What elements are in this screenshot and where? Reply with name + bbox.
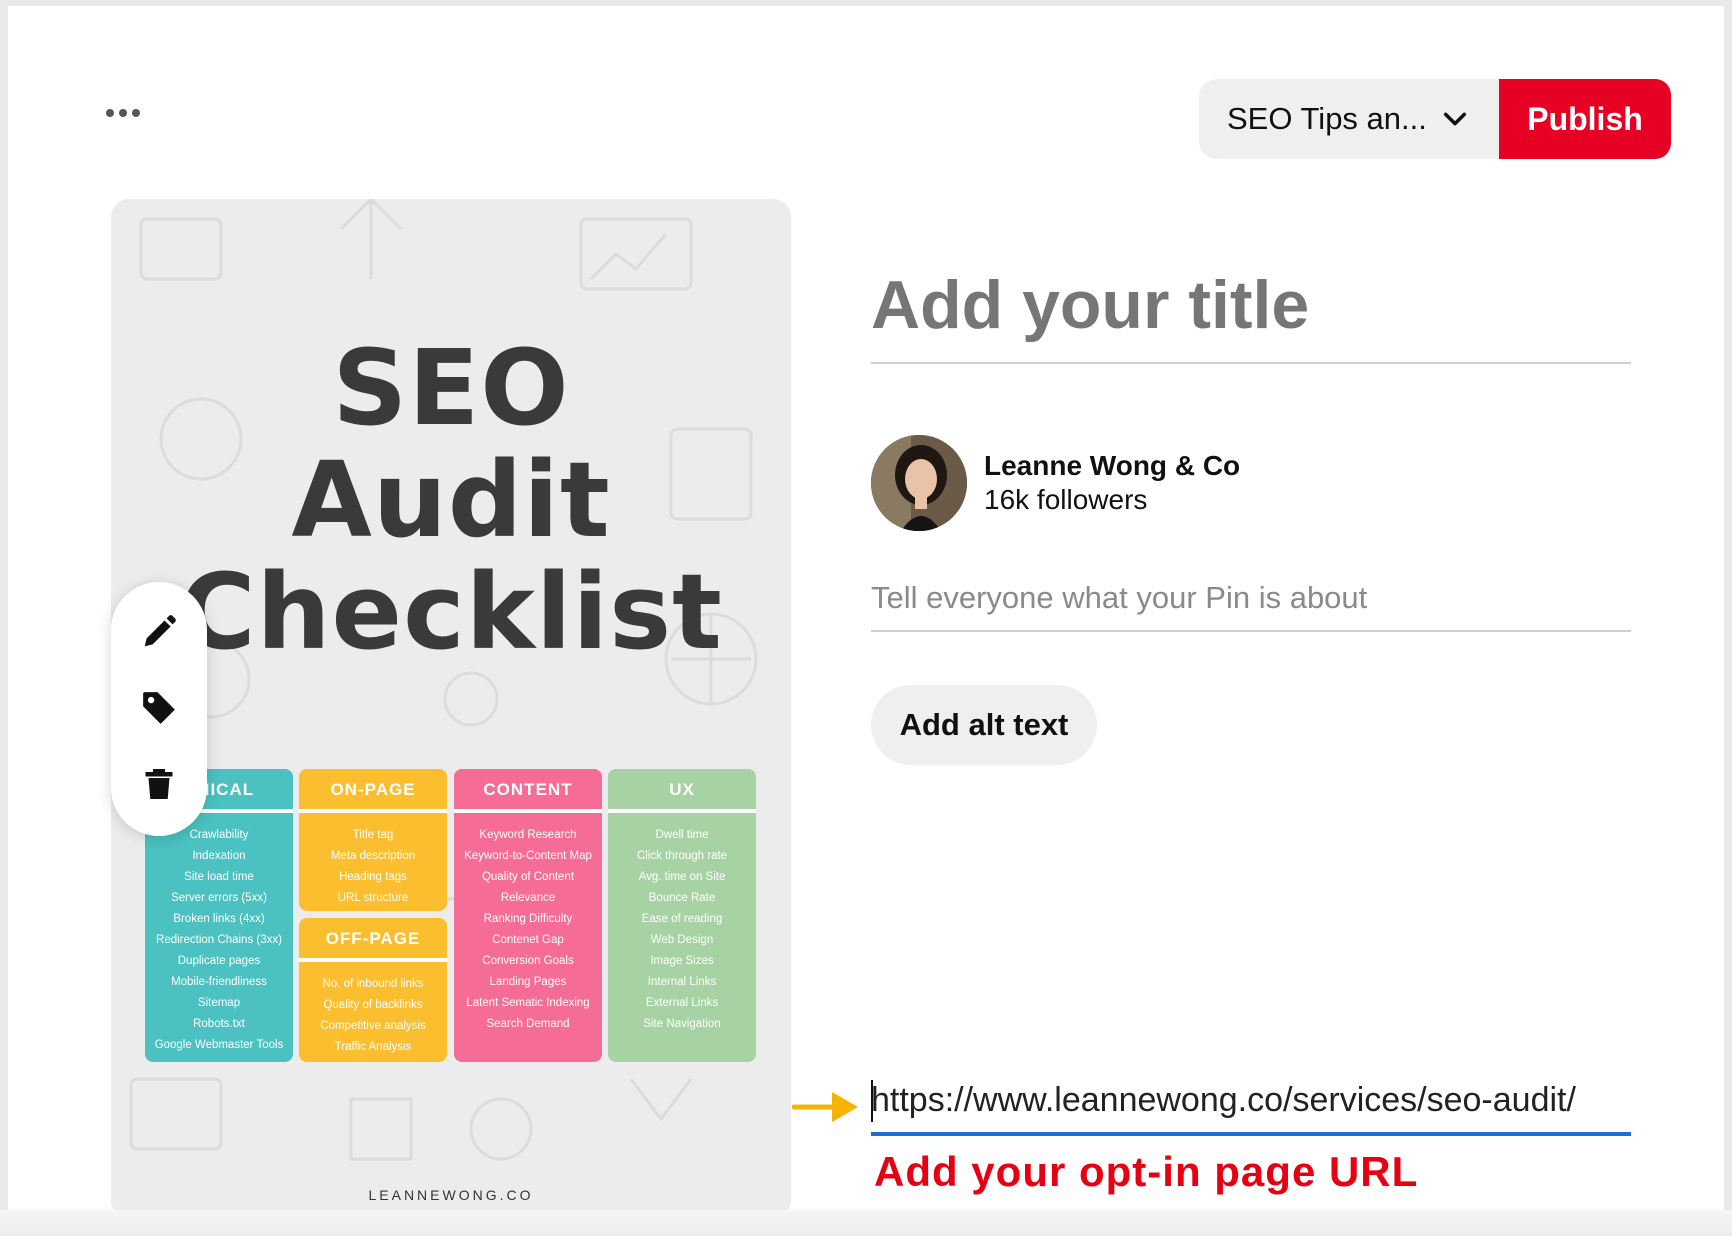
board-select-dropdown[interactable]: SEO Tips an... [1199,79,1499,159]
avatar-photo [871,435,967,531]
tag-icon [143,692,175,724]
checklist-item: External Links [645,997,719,1009]
column-heading: ON-PAGE [299,769,447,813]
arrow-right-icon [792,1092,858,1122]
bottom-edge [0,1210,1732,1236]
checklist-item: Click through rate [636,850,728,862]
checklist-column-onpage: ON-PAGE Title tag Meta description Heading… [299,769,447,911]
checklist-item: Google Webmaster Tools [154,1039,284,1051]
board-select-label: SEO Tips an... [1227,101,1427,136]
checklist-item: Mobile-friendliness [171,976,267,988]
more-options-button[interactable] [106,102,150,124]
avatar [871,435,967,531]
checklist-item: Quality of backlinks [323,999,423,1011]
checklist-column-ux: UX Dwell time Click through rate Avg. time… [608,769,756,1062]
pin-title-line: Checklist [179,551,723,673]
pin-builder-canvas: SEO Tips an... Publish SEO Audit Checkli… [8,6,1724,1228]
profile-name[interactable]: Leanne Wong & Co [984,449,1240,483]
checklist-column-content: CONTENT Keyword Research Keyword-to-Conte… [454,769,602,1062]
publish-button[interactable]: Publish [1499,79,1671,159]
column-items: Dwell time Click through rate Avg. time on… [608,811,756,1035]
column-items: Title tag Meta description Heading tags URL… [299,811,447,909]
checklist-item: Site Navigation [643,1018,721,1030]
checklist-item: Ease of reading [641,913,723,925]
checklist-item: Quality of Content [481,871,575,883]
dot-icon [132,109,140,117]
checklist-item: Duplicate pages [177,955,261,967]
column-items: No. of inbound links Quality of backlinks… [299,960,447,1058]
column-heading: UX [608,769,756,813]
text-caret [871,1080,873,1122]
image-tools-toolbar [111,582,207,836]
dot-icon [106,109,114,117]
checklist-item: Redirection Chains (3xx) [156,934,282,946]
checklist-item: Latent Sematic Indexing [466,997,590,1009]
checklist-item: Web Design [650,934,714,946]
checklist-item: Meta description [330,850,416,862]
checklist-item: Robots.txt [193,1018,245,1030]
annotation-label: Add your opt-in page URL [874,1148,1419,1195]
tag-products-button[interactable] [135,684,183,732]
trash-icon [145,769,173,799]
chevron-down-icon [1443,112,1467,126]
checklist-item: Broken links (4xx) [173,913,265,925]
profile-text: Leanne Wong & Co 16k followers [984,449,1240,517]
checklist-item: Relevance [500,892,556,904]
pin-title-line: Audit [291,439,611,561]
checklist-item: Heading tags [339,871,407,883]
pin-image: SEO Audit Checklist HNICAL Crawlability I… [111,199,791,1219]
checklist-item: Keyword Research [479,829,577,841]
title-input[interactable]: Add your title [871,260,1631,364]
checklist-item: Bounce Rate [648,892,716,904]
checklist-item: Site load time [184,871,254,883]
description-placeholder: Tell everyone what your Pin is about [871,580,1368,615]
column-heading: CONTENT [454,769,602,813]
dot-icon [119,109,127,117]
delete-image-button[interactable] [135,760,183,808]
follower-count: 16k followers [984,484,1148,515]
checklist-item: URL structure [337,892,409,904]
column-heading: OFF-PAGE [299,918,447,962]
checklist-item: Search Demand [486,1018,570,1030]
column-items: Keyword Research Keyword-to-Content Map Qu… [454,811,602,1035]
checklist-item: Indexation [192,850,246,862]
checklist-item: Ranking Difficulty [483,913,573,925]
checklist-column-offpage: OFF-PAGE No. of inbound links Quality of … [299,918,447,1062]
checklist-item: No. of inbound links [322,978,424,990]
checklist-item: Contenet Gap [492,934,564,946]
pencil-icon [144,615,176,647]
checklist-item: Title tag [352,829,394,841]
checklist-item: Conversion Goals [482,955,574,967]
checklist-item: Avg. time on Site [638,871,726,883]
checklist-item: Server errors (5xx) [171,892,267,904]
checklist-item: Dwell time [655,829,709,841]
destination-link-input[interactable]: https://www.leannewong.co/services/seo-a… [871,1072,1631,1136]
destination-link-value: https://www.leannewong.co/services/seo-a… [871,1081,1576,1119]
column-items: Crawlability Indexation Site load time Serv… [145,811,293,1056]
checklist-item: Keyword-to-Content Map [464,850,592,862]
checklist-item: Landing Pages [489,976,567,988]
checklist-item: Image Sizes [650,955,714,967]
add-alt-text-button[interactable]: Add alt text [871,685,1097,765]
description-input[interactable]: Tell everyone what your Pin is about [871,572,1631,632]
checklist-item: Competitive analysis [320,1020,426,1032]
edit-image-button[interactable] [135,608,183,656]
checklist-item: Internal Links [647,976,717,988]
title-placeholder: Add your title [871,267,1310,343]
checklist-item: Traffic Analysis [334,1041,412,1053]
checklist-item: Sitemap [197,997,241,1009]
pin-footer-brand: LEANNEWONG.CO [368,1187,534,1203]
pin-title-line: SEO [332,327,570,449]
profile-info: Leanne Wong & Co 16k followers [871,435,1240,531]
